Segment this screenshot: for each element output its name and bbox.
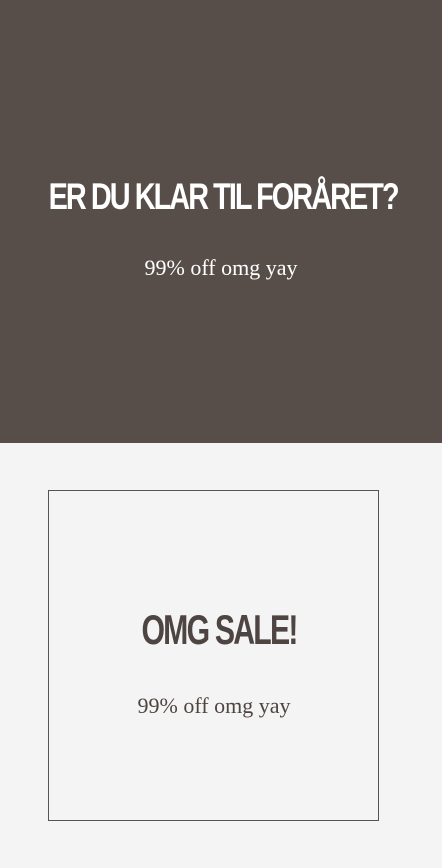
hero-subtitle: 99% off omg yay [144,255,298,280]
sale-title: OMG SALE! [141,606,298,653]
sale-subtitle: 99% off omg yay [137,693,291,718]
hero-title: ER DU KLAR TIL FORÅRET? [48,176,400,217]
